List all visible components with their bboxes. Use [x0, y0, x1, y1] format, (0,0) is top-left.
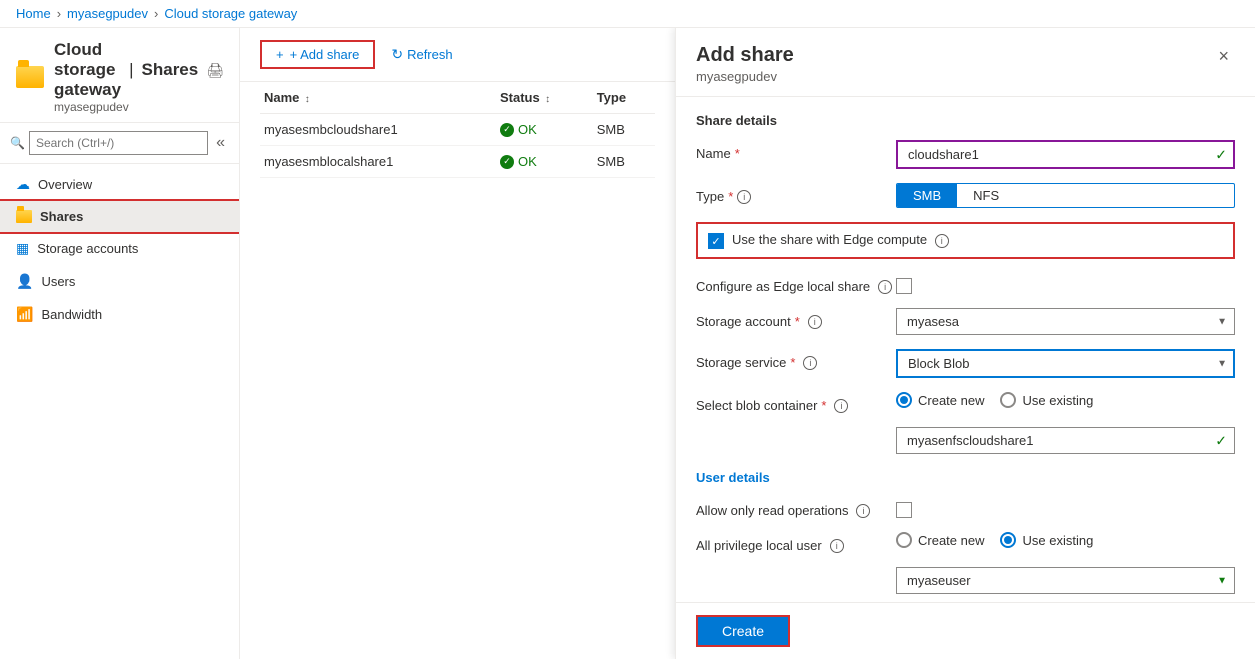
add-share-button[interactable]: + + Add share: [260, 40, 375, 69]
users-icon: 👤: [16, 273, 33, 290]
storage-account-label: Storage account: [696, 314, 791, 329]
sidebar-item-bandwidth[interactable]: 📶 Bandwidth: [0, 298, 239, 331]
breadcrumb-device[interactable]: myasegpudev: [67, 6, 148, 21]
privilege-use-existing-radio[interactable]: Use existing: [1000, 532, 1093, 548]
blob-container-label: Select blob container: [696, 398, 817, 413]
storage-service-select[interactable]: Block Blob: [896, 349, 1235, 378]
storage-account-info-icon[interactable]: i: [808, 315, 822, 329]
blob-use-existing-radio[interactable]: Use existing: [1000, 392, 1093, 408]
allow-read-checkbox[interactable]: [896, 502, 912, 518]
col-status: Status: [500, 90, 540, 105]
allow-read-label: Allow only read operations: [696, 503, 848, 518]
type-label: Type: [696, 189, 724, 204]
edge-compute-row[interactable]: Use the share with Edge compute i: [696, 222, 1235, 259]
search-icon: 🔍: [10, 136, 25, 150]
row-type: SMB: [593, 114, 655, 146]
sidebar-item-label: Overview: [38, 177, 92, 192]
edge-local-checkbox[interactable]: [896, 278, 912, 294]
refresh-icon: ↻: [391, 46, 403, 63]
row-name: myasesmblocalshare1: [260, 146, 496, 178]
storage-service-info-icon[interactable]: i: [803, 356, 817, 370]
all-privilege-info-icon[interactable]: i: [830, 539, 844, 553]
type-required: *: [728, 189, 733, 204]
row-name: myasesmbcloudshare1: [260, 114, 496, 146]
table-row[interactable]: myasesmbcloudshare1 OK SMB: [260, 114, 655, 146]
allow-read-info-icon[interactable]: i: [856, 504, 870, 518]
user-chevron-icon: ▼: [1217, 575, 1227, 586]
row-status: OK: [496, 114, 593, 146]
blob-valid-icon: ✓: [1215, 432, 1227, 449]
name-valid-icon: ✓: [1215, 146, 1227, 163]
storage-icon: ▦: [16, 240, 29, 257]
overview-icon: ☁: [16, 176, 30, 193]
share-details-section: Share details: [696, 113, 1235, 128]
row-status: OK: [496, 146, 593, 178]
blob-create-new-radio[interactable]: Create new: [896, 392, 984, 408]
col-name: Name: [264, 90, 299, 105]
name-input[interactable]: [896, 140, 1235, 169]
breadcrumb-home[interactable]: Home: [16, 6, 51, 21]
storage-service-label: Storage service: [696, 355, 786, 370]
panel-title: Add share: [696, 44, 794, 67]
sidebar-item-overview[interactable]: ☁ Overview: [0, 168, 239, 201]
shares-icon: [16, 210, 32, 223]
resource-subtitle: myasegpudev: [54, 100, 224, 114]
panel-subtitle: myasegpudev: [696, 69, 794, 84]
sidebar-item-label: Users: [41, 274, 75, 289]
blob-container-info-icon[interactable]: i: [834, 399, 848, 413]
breadcrumb-page: Cloud storage gateway: [164, 6, 297, 21]
sidebar-item-label: Bandwidth: [41, 307, 102, 322]
sidebar-item-users[interactable]: 👤 Users: [0, 265, 239, 298]
refresh-button[interactable]: ↻ Refresh: [391, 46, 452, 63]
name-label: Name: [696, 146, 731, 161]
edge-compute-checkbox[interactable]: [708, 233, 724, 249]
print-icon[interactable]: 🖨: [206, 62, 224, 79]
storage-account-required: *: [795, 314, 800, 329]
resource-title: Cloud storage gateway: [54, 40, 121, 100]
collapse-icon[interactable]: «: [212, 134, 229, 152]
user-input[interactable]: [896, 567, 1235, 594]
create-button[interactable]: Create: [696, 615, 790, 647]
blob-container-input[interactable]: [896, 427, 1235, 454]
edge-compute-info-icon[interactable]: i: [935, 234, 949, 248]
sidebar-item-label: Storage accounts: [37, 241, 138, 256]
privilege-create-new-radio[interactable]: Create new: [896, 532, 984, 548]
add-icon: +: [276, 47, 284, 62]
sort-name-icon[interactable]: ↕: [305, 94, 310, 105]
user-details-section: User details: [696, 470, 1235, 485]
close-button[interactable]: ×: [1212, 44, 1235, 69]
smb-toggle[interactable]: SMB: [897, 184, 957, 207]
col-type: Type: [597, 90, 626, 105]
sidebar-item-shares[interactable]: Shares: [0, 201, 239, 232]
resource-section: Shares: [142, 60, 199, 80]
blob-container-required: *: [821, 398, 826, 413]
storage-service-required: *: [790, 355, 795, 370]
table-row[interactable]: myasesmblocalshare1 OK SMB: [260, 146, 655, 178]
edge-local-label: Configure as Edge local share: [696, 279, 870, 294]
breadcrumb-sep1: ›: [57, 6, 61, 21]
all-privilege-label: All privilege local user: [696, 538, 822, 553]
storage-account-select[interactable]: myasesa: [896, 308, 1235, 335]
resource-separator: |: [129, 60, 133, 80]
sort-status-icon[interactable]: ↕: [545, 94, 550, 105]
bandwidth-icon: 📶: [16, 306, 33, 323]
edge-compute-label: Use the share with Edge compute: [732, 232, 927, 247]
sidebar-item-storage-accounts[interactable]: ▦ Storage accounts: [0, 232, 239, 265]
row-type: SMB: [593, 146, 655, 178]
resource-icon: [16, 59, 44, 95]
breadcrumb-sep2: ›: [154, 6, 158, 21]
search-input[interactable]: [29, 131, 208, 155]
nfs-toggle[interactable]: NFS: [957, 184, 1015, 207]
sidebar-item-label: Shares: [40, 209, 83, 224]
type-info-icon[interactable]: i: [737, 190, 751, 204]
name-required: *: [735, 146, 740, 161]
edge-local-info-icon[interactable]: i: [878, 280, 892, 294]
